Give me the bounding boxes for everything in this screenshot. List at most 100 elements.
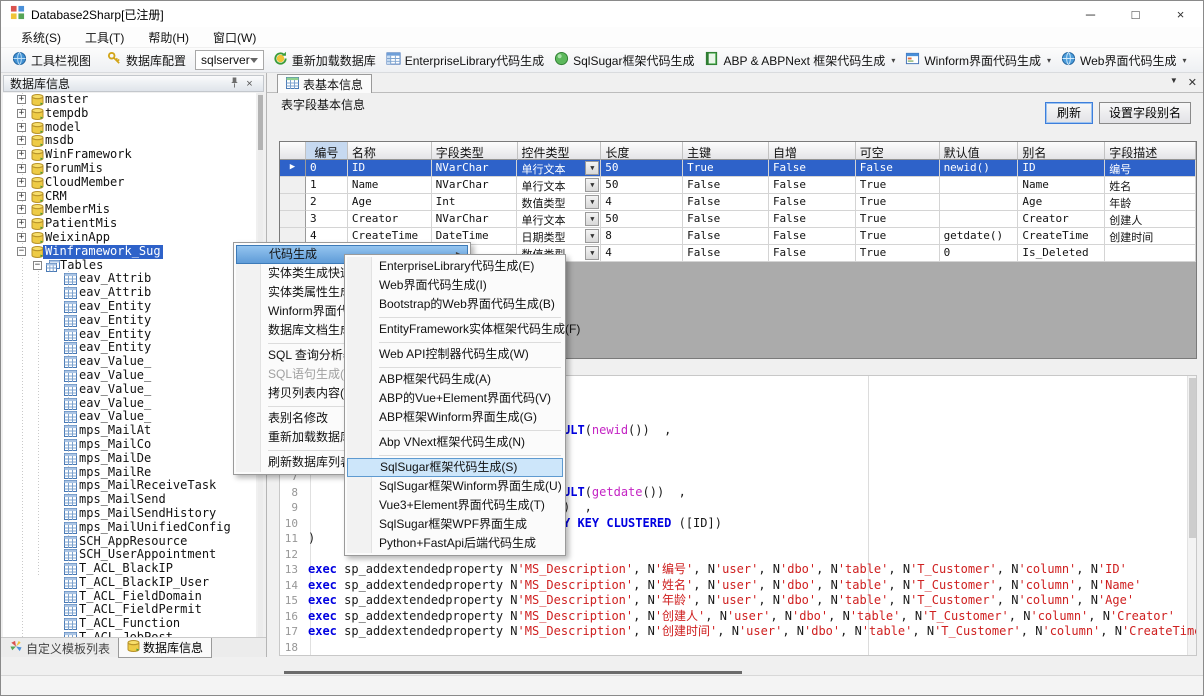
tree-node-T_ACL_BlackIP[interactable]: T_ACL_BlackIP <box>3 562 256 576</box>
toolbar-view-button[interactable]: 工具栏视图 <box>7 49 96 71</box>
grid-cell[interactable] <box>940 194 1019 211</box>
grid-cell[interactable]: False <box>769 228 856 245</box>
menu-item-abp-winform-gen[interactable]: ABP框架Winform界面生成(G) <box>347 408 563 427</box>
grid-row[interactable]: 3CreatorNVarChar单行文本▼50FalseFalseTrueCre… <box>280 211 1196 228</box>
grid-cell[interactable]: 姓名 <box>1105 177 1196 194</box>
tree-node-eav_Entity[interactable]: eav_Entity <box>3 328 256 342</box>
menu-item-sqlsugar-wpf-gen[interactable]: SqlSugar框架WPF界面生成 <box>347 515 563 534</box>
grid-cell[interactable] <box>940 177 1019 194</box>
close-button[interactable]: × <box>1158 1 1203 27</box>
menu-item-window[interactable]: 窗口(W) <box>201 27 268 48</box>
grid-cell[interactable]: CreateTime <box>1018 228 1105 245</box>
grid-cell[interactable]: 数值类型▼ <box>517 194 601 211</box>
grid-column-header[interactable]: 字段描述 <box>1105 142 1196 160</box>
expand-plus-icon[interactable]: + <box>17 150 26 159</box>
tree-node-eav_Entity[interactable]: eav_Entity <box>3 341 256 355</box>
grid-cell[interactable]: False <box>769 160 856 177</box>
tree-node-mps_MailUnifiedConfig[interactable]: mps_MailUnifiedConfig <box>3 521 256 535</box>
grid-cell[interactable]: 创建时间 <box>1105 228 1196 245</box>
close-icon[interactable]: × <box>242 78 257 90</box>
grid-cell[interactable]: Age <box>1018 194 1105 211</box>
grid-cell[interactable]: 4 <box>601 194 683 211</box>
grid-cell[interactable]: True <box>683 160 769 177</box>
menu-item-sqlsugar-winform-gen[interactable]: SqlSugar框架Winform界面生成(U) <box>347 477 563 496</box>
tree-node-eav_Value_[interactable]: eav_Value_ <box>3 383 256 397</box>
expand-plus-icon[interactable]: + <box>17 164 26 173</box>
tree-node-SCH_UserAppointment[interactable]: SCH_UserAppointment <box>3 548 256 562</box>
grid-cell[interactable]: True <box>856 228 940 245</box>
tree-node-model[interactable]: +model <box>3 121 256 135</box>
grid-cell[interactable]: Is_Deleted <box>1018 245 1105 262</box>
tree-node-eav_Entity[interactable]: eav_Entity <box>3 314 256 328</box>
tree-node-T_ACL_FieldDomain[interactable]: T_ACL_FieldDomain <box>3 590 256 604</box>
grid-row[interactable]: 1NameNVarChar单行文本▼50FalseFalseTrueName姓名 <box>280 177 1196 194</box>
editor-horizontal-scrollbar[interactable] <box>284 671 742 674</box>
tree-node-mps_MailAt[interactable]: mps_MailAt <box>3 424 256 438</box>
tree-node-MemberMis[interactable]: +MemberMis <box>3 203 256 217</box>
grid-cell[interactable]: 单行文本▼ <box>517 160 601 177</box>
grid-column-header[interactable]: 字段类型 <box>432 142 518 160</box>
scrollbar-thumb[interactable] <box>258 95 263 150</box>
grid-cell[interactable]: 1 <box>306 177 348 194</box>
grid-cell[interactable]: 0 <box>940 245 1019 262</box>
grid-cell[interactable]: ID <box>348 160 432 177</box>
menu-item-sqlsugar-gen[interactable]: SqlSugar框架代码生成(S) <box>347 458 563 477</box>
expand-plus-icon[interactable]: + <box>17 123 26 132</box>
grid-cell[interactable]: Age <box>348 194 432 211</box>
grid-cell[interactable]: 单行文本▼ <box>517 177 601 194</box>
tree-node-mps_MailRe[interactable]: mps_MailRe <box>3 466 256 480</box>
tree-node-msdb[interactable]: +msdb <box>3 134 256 148</box>
grid-cell[interactable]: Name <box>1018 177 1105 194</box>
grid-column-header[interactable]: 主键 <box>683 142 769 160</box>
grid-cell[interactable]: getdate() <box>940 228 1019 245</box>
grid-cell[interactable]: False <box>683 194 769 211</box>
menu-item-webapi-gen[interactable]: Web API控制器代码生成(W) <box>347 345 563 364</box>
tree-node-T_ACL_Function[interactable]: T_ACL_Function <box>3 617 256 631</box>
tree-node-eav_Value_[interactable]: eav_Value_ <box>3 369 256 383</box>
tree-node-mps_MailCo[interactable]: mps_MailCo <box>3 438 256 452</box>
tree-node-mps_MailSend[interactable]: mps_MailSend <box>3 493 256 507</box>
grid-cell[interactable]: 50 <box>601 160 683 177</box>
menu-item-system[interactable]: 系统(S) <box>9 27 73 48</box>
grid-cell[interactable]: 编号 <box>1105 160 1196 177</box>
grid-cell[interactable]: ID <box>1018 160 1105 177</box>
menu-item-abp-vnext-gen[interactable]: Abp VNext框架代码生成(N) <box>347 433 563 452</box>
menu-item-abp-gen[interactable]: ABP框架代码生成(A) <box>347 370 563 389</box>
combo-dropdown-icon[interactable]: ▼ <box>585 229 599 243</box>
menu-item-vue3-element-gen[interactable]: Vue3+Element界面代码生成(T) <box>347 496 563 515</box>
expand-plus-icon[interactable]: + <box>17 178 26 187</box>
grid-cell[interactable]: False <box>769 245 856 262</box>
grid-column-header[interactable]: 自增 <box>769 142 856 160</box>
tree-node-WeixinApp[interactable]: +WeixinApp <box>3 231 256 245</box>
tree-node-PatientMis[interactable]: +PatientMis <box>3 217 256 231</box>
grid-cell[interactable]: True <box>856 177 940 194</box>
winform-gen-button[interactable]: Winform界面代码生成 ▾ <box>900 49 1056 71</box>
tree-node-CRM[interactable]: +CRM <box>3 190 256 204</box>
tab-list-dropdown-icon[interactable]: ▼ <box>1170 76 1178 89</box>
sidebar-tab-custom-template-list[interactable]: 自定义模板列表 <box>1 638 118 658</box>
grid-cell[interactable]: NVarChar <box>432 177 518 194</box>
grid-cell[interactable]: False <box>769 211 856 228</box>
tree-node-eav_Value_[interactable]: eav_Value_ <box>3 397 256 411</box>
abp-gen-button[interactable]: ABP & ABPNext 框架代码生成 ▾ <box>699 49 900 71</box>
tree-node-eav_Value_[interactable]: eav_Value_ <box>3 355 256 369</box>
grid-row-header[interactable] <box>280 211 306 228</box>
grid-column-header[interactable]: 控件类型 <box>518 142 602 160</box>
tree-node-tempdb[interactable]: +tempdb <box>3 107 256 121</box>
grid-row-header[interactable] <box>280 194 306 211</box>
collapse-minus-icon[interactable]: − <box>17 247 26 256</box>
grid-column-header[interactable]: 可空 <box>856 142 940 160</box>
grid-cell[interactable]: True <box>856 211 940 228</box>
grid-column-header[interactable]: 长度 <box>601 142 683 160</box>
pushpin-icon[interactable] <box>227 77 242 91</box>
web-gen-button[interactable]: Web界面代码生成 ▾ <box>1056 49 1191 71</box>
grid-cell[interactable]: 3 <box>306 211 348 228</box>
grid-cell[interactable]: False <box>683 245 769 262</box>
grid-cell[interactable]: NVarChar <box>432 211 518 228</box>
tab-close-icon[interactable]: ✕ <box>1188 76 1197 89</box>
grid-cell[interactable]: 2 <box>306 194 348 211</box>
menu-item-el-code-gen[interactable]: EnterpriseLibrary代码生成(E) <box>347 257 563 276</box>
exit-button[interactable]: 退出 <box>1198 50 1204 71</box>
tree-node-WinFramework[interactable]: +WinFramework <box>3 148 256 162</box>
grid-column-header[interactable]: 名称 <box>348 142 432 160</box>
